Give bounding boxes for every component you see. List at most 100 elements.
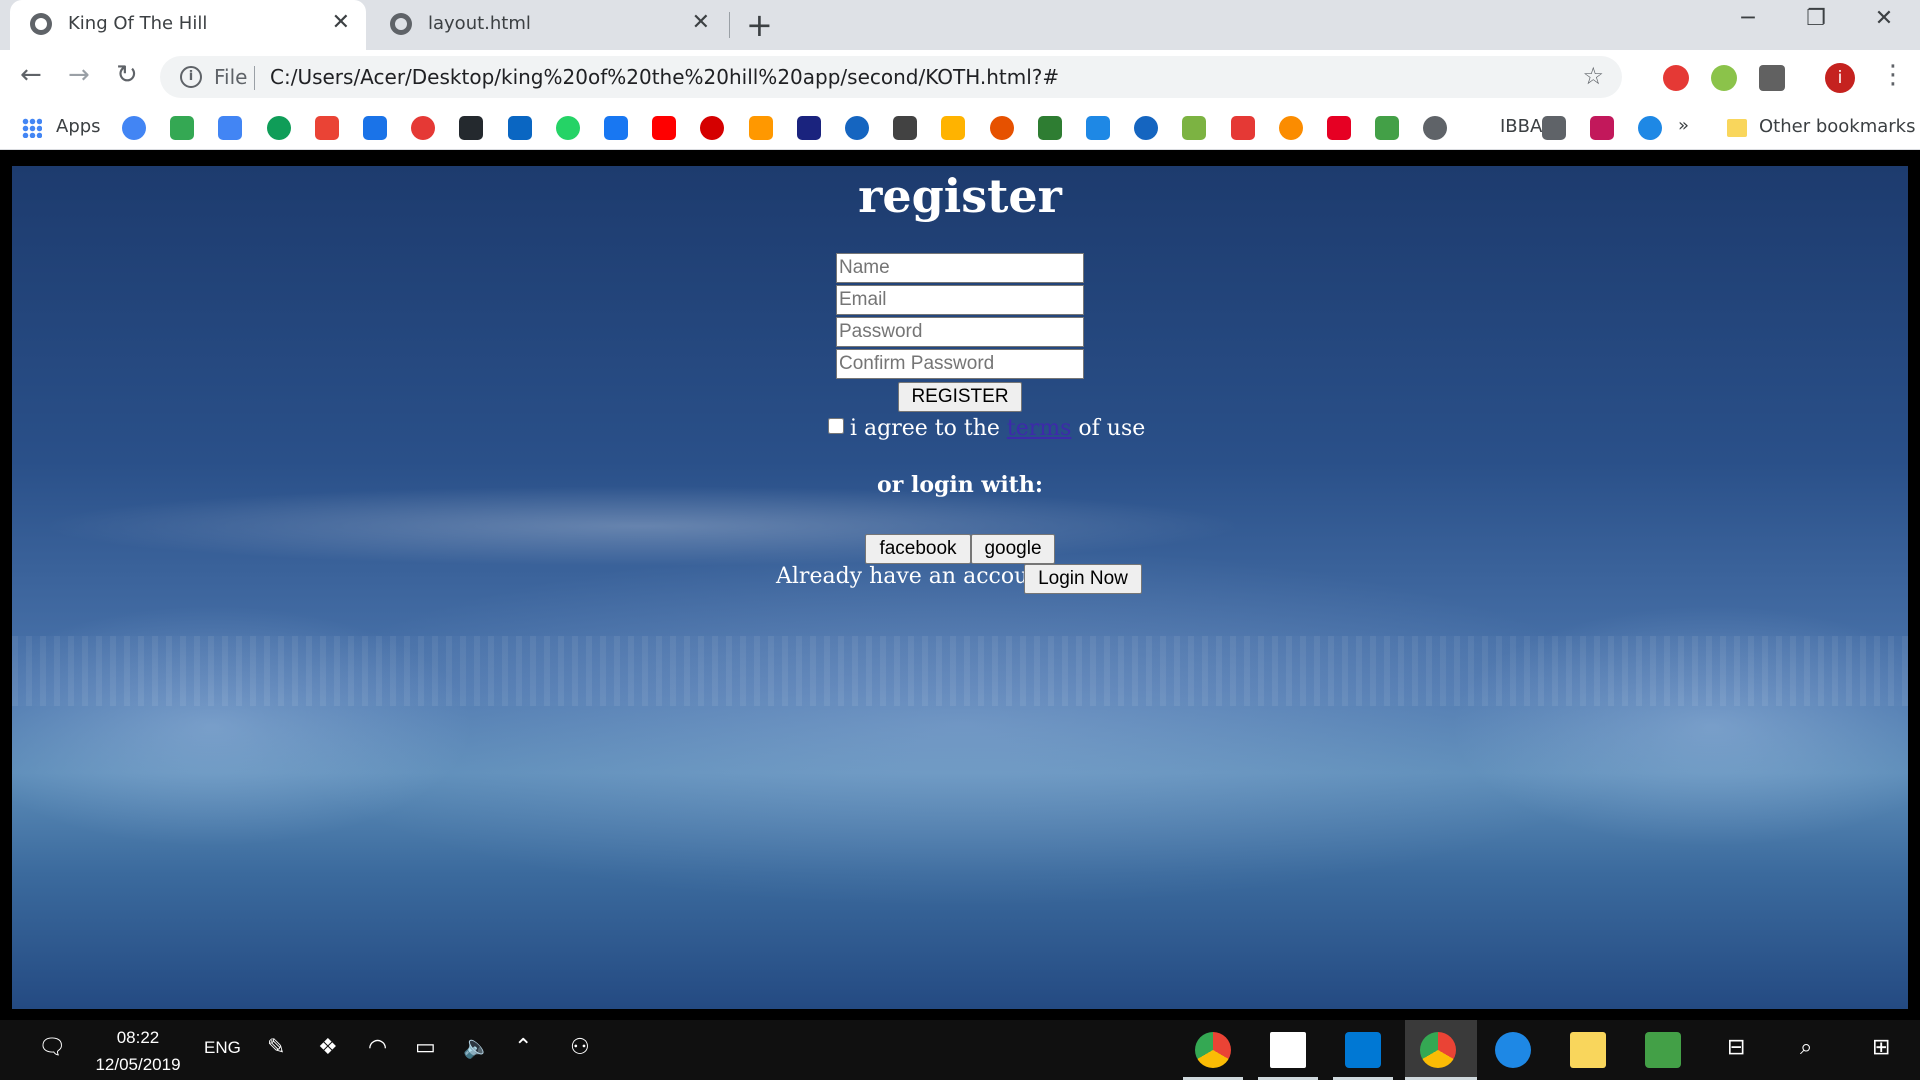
bookmark-favicon-icon[interactable]: [1182, 116, 1206, 140]
already-account-text: Already have an account?: [776, 564, 1064, 589]
bookmark-apps[interactable]: Apps: [56, 116, 101, 137]
facebook-login-button[interactable]: facebook: [865, 534, 971, 564]
terms-link[interactable]: terms: [1007, 416, 1072, 441]
edge-taskbar-icon[interactable]: [1495, 1032, 1531, 1068]
globe-icon: [30, 13, 52, 35]
wifi-icon[interactable]: ◠: [368, 1035, 387, 1060]
bookmark-favicon-icon[interactable]: [267, 116, 291, 140]
bookmark-favicon-icon[interactable]: [411, 116, 435, 140]
bookmark-favicon-icon[interactable]: [604, 116, 628, 140]
bookmark-favicon-icon[interactable]: [1279, 116, 1303, 140]
name-input[interactable]: [836, 253, 1084, 283]
food-extension-icon[interactable]: [1711, 65, 1737, 91]
chrome-taskbar-icon[interactable]: [1195, 1032, 1231, 1068]
vscode-taskbar-icon[interactable]: [1345, 1032, 1381, 1068]
search-icon[interactable]: ⌕: [1800, 1035, 1812, 1060]
bookmark-favicon-icon[interactable]: [845, 116, 869, 140]
tab-title: King Of The Hill: [68, 13, 208, 34]
reload-button[interactable]: ↻: [116, 60, 138, 90]
page-title: register: [858, 169, 1062, 223]
bookmark-favicon-icon[interactable]: [893, 116, 917, 140]
stadium-background: [12, 636, 1908, 706]
notes-taskbar-icon[interactable]: [1645, 1032, 1681, 1068]
bookmark-favicon-icon[interactable]: [556, 116, 580, 140]
bookmark-favicon-icon[interactable]: [363, 116, 387, 140]
bookmark-favicon-icon[interactable]: [1086, 116, 1110, 140]
taskbar-clock[interactable]: 08:22 12/05/2019: [78, 1024, 198, 1078]
close-tab-icon[interactable]: ✕: [692, 10, 710, 35]
agree-checkbox[interactable]: [828, 418, 844, 434]
clipboard-extension-icon[interactable]: [1759, 65, 1785, 91]
bookmark-favicon-icon[interactable]: [700, 116, 724, 140]
bookmark-favicon-icon[interactable]: [1590, 116, 1614, 140]
minimize-button[interactable]: ─: [1718, 6, 1778, 31]
bookmark-favicon-icon[interactable]: [1375, 116, 1399, 140]
new-tab-button[interactable]: +: [746, 6, 773, 44]
restore-button[interactable]: ❐: [1786, 6, 1846, 31]
email-input[interactable]: [836, 285, 1084, 315]
bookmark-ibba[interactable]: IBBA: [1500, 116, 1542, 137]
url-text[interactable]: C:/Users/Acer/Desktop/king%20of%20the%20…: [270, 65, 1059, 89]
password-input[interactable]: [836, 317, 1084, 347]
register-button[interactable]: REGISTER: [898, 382, 1022, 412]
volume-icon[interactable]: 🔈: [463, 1035, 490, 1060]
bookmark-favicon-icon[interactable]: [797, 116, 821, 140]
tab-king-of-the-hill[interactable]: King Of The Hill ✕: [10, 0, 366, 50]
bookmarks-bar: Apps IBBA » Other bookmarks: [0, 105, 1920, 150]
bookmark-favicon-icon[interactable]: [459, 116, 483, 140]
task-view-icon[interactable]: ⊟: [1727, 1035, 1745, 1060]
bookmark-favicon-icon[interactable]: [1423, 116, 1447, 140]
action-center-icon[interactable]: 🗨: [38, 1035, 66, 1060]
windows-start-icon[interactable]: ⊞: [1872, 1035, 1890, 1060]
bookmark-favicon-icon[interactable]: [990, 116, 1014, 140]
bookmark-favicon-icon[interactable]: [941, 116, 965, 140]
globe-icon: [390, 13, 412, 35]
language-indicator[interactable]: ENG: [204, 1038, 241, 1058]
file-explorer-taskbar-icon[interactable]: [1570, 1032, 1606, 1068]
login-now-button[interactable]: Login Now: [1024, 564, 1142, 594]
show-hidden-icons-icon[interactable]: ⌃: [514, 1035, 532, 1060]
bookmark-star-icon[interactable]: ☆: [1582, 62, 1604, 90]
google-login-button[interactable]: google: [971, 534, 1055, 564]
apps-grid-icon[interactable]: [22, 118, 42, 138]
opera-adblock-extension-icon[interactable]: [1663, 65, 1689, 91]
bookmark-favicon-icon[interactable]: [749, 116, 773, 140]
pen-icon[interactable]: ✎: [267, 1035, 285, 1060]
browser-menu-icon[interactable]: ⋮: [1880, 60, 1906, 90]
bookmark-favicon-icon[interactable]: [1134, 116, 1158, 140]
back-button[interactable]: ←: [20, 60, 42, 90]
close-tab-icon[interactable]: ✕: [332, 10, 350, 35]
bookmark-favicon-icon[interactable]: [218, 116, 242, 140]
people-icon[interactable]: ⚇: [570, 1035, 590, 1060]
bookmark-favicon-icon[interactable]: [1638, 116, 1662, 140]
bookmark-favicon-icon[interactable]: [1327, 116, 1351, 140]
folder-icon: [1727, 119, 1747, 137]
battery-icon[interactable]: ▭: [415, 1035, 436, 1060]
forward-button[interactable]: →: [68, 60, 90, 90]
tab-strip: King Of The Hill ✕ layout.html ✕ + ─ ❐ ✕: [0, 0, 1920, 50]
dropbox-icon[interactable]: ❖: [318, 1035, 338, 1060]
bookmark-favicon-icon[interactable]: [122, 116, 146, 140]
tab-layout[interactable]: layout.html ✕: [370, 0, 726, 50]
or-login-heading: or login with:: [877, 472, 1043, 498]
bookmark-favicon-icon[interactable]: [1038, 116, 1062, 140]
bookmark-favicon-icon[interactable]: [1231, 116, 1255, 140]
address-bar[interactable]: i File C:/Users/Acer/Desktop/king%20of%2…: [160, 56, 1622, 98]
taskbar: 🗨 08:22 12/05/2019 ENG ✎ ❖ ◠ ▭ 🔈 ⌃ ⚇ ⊟ ⌕…: [0, 1020, 1920, 1080]
other-bookmarks[interactable]: Other bookmarks: [1759, 116, 1915, 137]
photos-taskbar-icon[interactable]: [1270, 1032, 1306, 1068]
info-icon[interactable]: i: [180, 66, 202, 88]
page-content: register REGISTER i agree to the terms o…: [12, 166, 1908, 1009]
confirm-password-input[interactable]: [836, 349, 1084, 379]
chrome-active-taskbar-icon[interactable]: [1420, 1032, 1456, 1068]
bookmark-favicon-icon[interactable]: [1542, 116, 1566, 140]
close-window-button[interactable]: ✕: [1854, 6, 1914, 31]
agree-suffix: of use: [1071, 416, 1146, 441]
bookmark-favicon-icon[interactable]: [170, 116, 194, 140]
bookmarks-overflow-icon[interactable]: »: [1678, 115, 1689, 136]
bookmark-favicon-icon[interactable]: [508, 116, 532, 140]
profile-avatar[interactable]: i: [1825, 63, 1855, 93]
bookmark-favicon-icon[interactable]: [315, 116, 339, 140]
bookmark-favicon-icon[interactable]: [652, 116, 676, 140]
address-separator: [254, 66, 255, 90]
